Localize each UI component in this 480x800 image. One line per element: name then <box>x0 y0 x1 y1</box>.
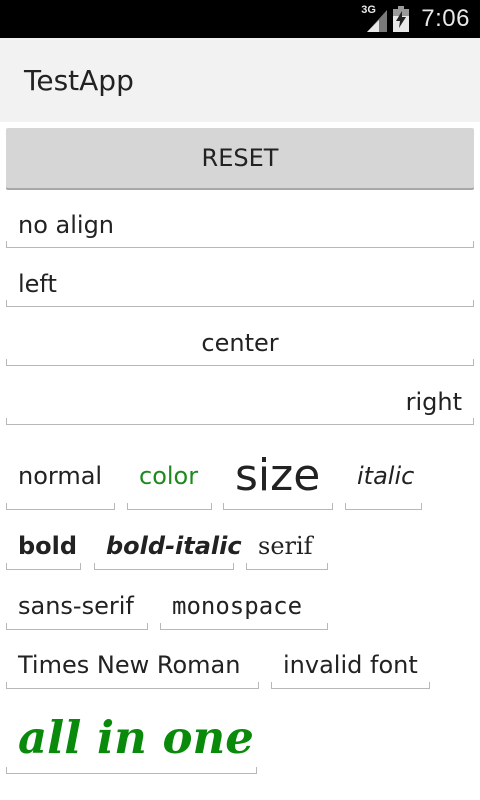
text-field-times-new-roman[interactable]: Times New Roman <box>6 641 259 689</box>
text-field-size[interactable]: size <box>223 442 333 510</box>
battery-charging-icon <box>393 6 410 32</box>
text-field-left[interactable]: left <box>6 261 474 307</box>
text-field-right[interactable]: right <box>6 379 474 425</box>
clock-time: 7:06 <box>421 5 470 32</box>
text-field-bold-italic[interactable]: bold-italic <box>94 522 242 570</box>
signal-3g-icon: 3G <box>361 4 388 32</box>
text-field-sans-serif[interactable]: sans-serif <box>6 582 148 630</box>
text-field-monospace[interactable]: monospace <box>160 582 328 630</box>
action-bar: TestApp <box>0 38 480 122</box>
text-field-color[interactable]: color <box>127 442 212 510</box>
text-field-italic[interactable]: italic <box>345 442 422 510</box>
text-field-serif[interactable]: serif <box>246 522 328 570</box>
text-field-no-align[interactable]: no align <box>6 202 474 248</box>
text-field-center[interactable]: center <box>6 320 474 366</box>
status-bar: 3G 7:06 <box>0 0 480 38</box>
app-title: TestApp <box>24 63 134 97</box>
network-type-label: 3G <box>361 4 376 16</box>
reset-button[interactable]: RESET <box>6 128 474 188</box>
text-field-invalid-font[interactable]: invalid font <box>271 641 430 689</box>
text-field-normal[interactable]: normal <box>6 442 115 510</box>
main-content: RESET no align left center right normal … <box>0 122 480 800</box>
text-field-bold[interactable]: bold <box>6 522 81 570</box>
text-field-all-in-one[interactable]: all in one <box>6 702 257 774</box>
